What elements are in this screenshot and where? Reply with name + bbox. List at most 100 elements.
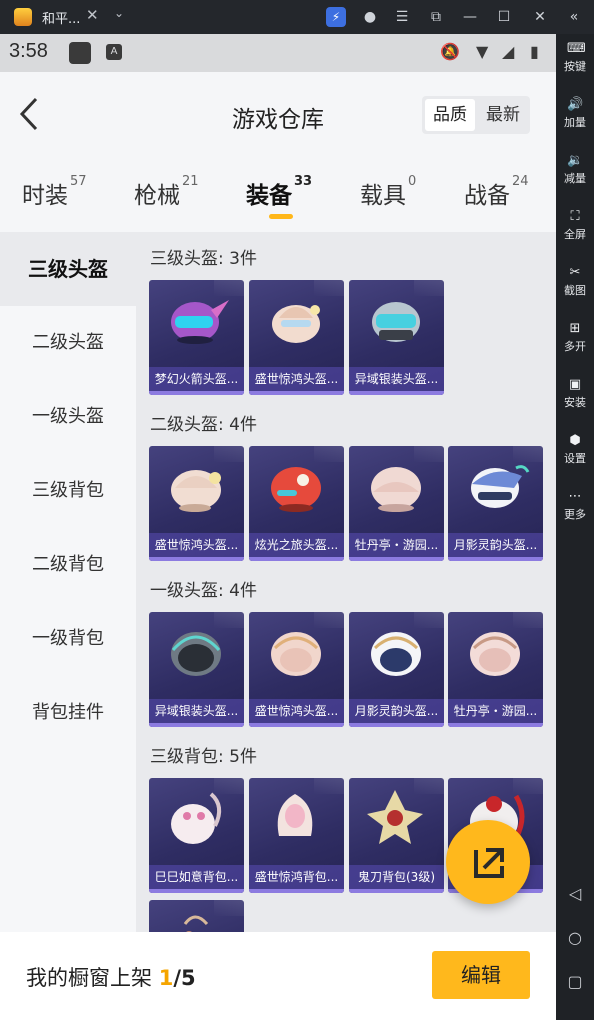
- item-name: 牡丹亭・游园...: [448, 699, 543, 723]
- backpack-jingshi-icon: [277, 794, 313, 836]
- phone-screen: 3:58 A 🔕 ▼ ◢ ▮ 游戏仓库 品质 最新 时装57 枪械21 装备33…: [0, 34, 556, 1020]
- sort-by-quality-button[interactable]: 品质: [425, 99, 475, 131]
- helmet-silver-icon: [372, 302, 420, 342]
- item-name: 盛世惊鸿背包...: [249, 865, 344, 889]
- section-title: 二级头盔: 4件: [150, 415, 257, 435]
- sidebar-item-install[interactable]: ▣ 安装: [556, 378, 594, 410]
- volume-up-icon: 🔊: [567, 97, 584, 112]
- share-fab-button[interactable]: [446, 820, 530, 904]
- bolt-icon[interactable]: ⚡: [326, 7, 346, 27]
- nav-item-level3-helmet[interactable]: 三级头盔: [0, 232, 136, 306]
- more-icon: ⋯: [568, 489, 582, 504]
- helmet-silver-icon: [171, 632, 221, 676]
- sidebar-item-screenshot[interactable]: ✂ 截图: [556, 266, 594, 298]
- sidebar-item-more[interactable]: ⋯ 更多: [556, 490, 594, 522]
- item-card[interactable]: 鬼刀背包(3级): [349, 778, 444, 893]
- minimize-icon[interactable]: —: [460, 7, 480, 27]
- keyboard-icon: ⌨: [567, 41, 586, 56]
- nav-item-backpack-charm[interactable]: 背包挂件: [0, 676, 136, 750]
- maximize-icon[interactable]: ☐: [494, 7, 514, 27]
- item-name: 巳巳如意背包...: [149, 865, 244, 889]
- subcategory-nav: 三级头盔 二级头盔 一级头盔 三级背包 二级背包 一级背包 背包挂件: [0, 232, 136, 932]
- backpack-charm-icon: [183, 915, 209, 932]
- item-card[interactable]: 炫光之旅头盔...: [249, 446, 344, 561]
- sidebar-item-fullscreen[interactable]: ⛶ 全屏: [556, 210, 594, 242]
- item-card[interactable]: 异域银装头盔...: [349, 280, 444, 395]
- backpack-ruyi-icon: [171, 792, 222, 844]
- nav-item-level3-backpack[interactable]: 三级背包: [0, 454, 136, 528]
- menu-icon[interactable]: ☰: [392, 7, 412, 27]
- helmet-peony-icon: [371, 467, 421, 512]
- popout-icon[interactable]: ⧉: [426, 7, 446, 27]
- item-card[interactable]: 梦幻火箭头盔...: [149, 280, 244, 395]
- page-header: 游戏仓库 品质 最新: [0, 72, 556, 158]
- active-tab-indicator: [269, 214, 293, 219]
- nav-item-level2-helmet[interactable]: 二级头盔: [0, 306, 136, 380]
- sidebar-item-volume-down[interactable]: 🔉 减量: [556, 154, 594, 186]
- section-title: 一级头盔: 4件: [150, 581, 257, 601]
- sort-toggle: 品质 最新: [422, 96, 530, 134]
- helmet-neon-travel-icon: [271, 467, 321, 512]
- battery-icon: ▮: [530, 42, 539, 61]
- sidebar-item-multi[interactable]: ⊞ 多开: [556, 322, 594, 354]
- item-card[interactable]: 盛世惊鸿头盔...: [149, 446, 244, 561]
- tab-supplies[interactable]: 战备24: [464, 174, 529, 210]
- tab-fashion[interactable]: 时装57: [22, 174, 87, 210]
- signal-icon: ◢: [502, 42, 515, 61]
- emulator-sidebar: ⌨ 按键 🔊 加量 🔉 减量 ⛶ 全屏 ✂ 截图 ⊞ 多开 ▣ 安装 ⬢ 设置 …: [556, 34, 594, 1020]
- user-icon[interactable]: ●: [360, 7, 380, 27]
- chevron-down-icon[interactable]: ⌄: [114, 6, 124, 20]
- edit-button[interactable]: 编辑: [432, 951, 530, 999]
- item-card[interactable]: 月影灵韵头盔...: [448, 446, 543, 561]
- category-tabs: 时装57 枪械21 装备33 载具0 战备24: [0, 158, 556, 232]
- gear-icon: ⬢: [569, 433, 581, 448]
- item-card[interactable]: 牡丹亭・游园...: [448, 612, 543, 727]
- sidebar-item-settings[interactable]: ⬢ 设置: [556, 434, 594, 466]
- item-card[interactable]: [149, 900, 244, 932]
- item-card[interactable]: 巳巳如意背包...: [149, 778, 244, 893]
- close-window-icon[interactable]: ✕: [530, 7, 550, 27]
- helmet-moon-icon: [471, 465, 530, 508]
- item-name: 盛世惊鸿头盔...: [249, 367, 344, 391]
- item-card[interactable]: 异域银装头盔...: [149, 612, 244, 727]
- item-name: 月影灵韵头盔...: [349, 699, 444, 723]
- item-card[interactable]: 盛世惊鸿头盔...: [249, 612, 344, 727]
- item-name: 异域银装头盔...: [349, 367, 444, 391]
- sidebar-item-volume-up[interactable]: 🔊 加量: [556, 98, 594, 130]
- helmet-jingshi-icon: [171, 470, 221, 512]
- helmet-peony-icon: [470, 632, 520, 676]
- a-badge-icon: A: [106, 44, 122, 60]
- sidebar-item-keymap[interactable]: ⌨ 按键: [556, 42, 594, 74]
- sort-by-newest-button[interactable]: 最新: [478, 99, 528, 131]
- item-card[interactable]: 盛世惊鸿背包...: [249, 778, 344, 893]
- status-time: 3:58: [9, 40, 48, 62]
- section-title: 三级头盔: 3件: [150, 249, 257, 269]
- helmet-rocket-icon: [171, 300, 229, 344]
- helmet-jingshi-icon: [272, 305, 320, 343]
- item-card[interactable]: 盛世惊鸿头盔...: [249, 280, 344, 395]
- nav-item-level1-helmet[interactable]: 一级头盔: [0, 380, 136, 454]
- backpack-ghost-blade-icon: [367, 790, 423, 844]
- wifi-icon: ▼: [476, 42, 489, 61]
- mute-bell-icon: 🔕: [440, 42, 460, 61]
- nav-item-level1-backpack[interactable]: 一级背包: [0, 602, 136, 676]
- item-card[interactable]: 牡丹亭・游园...: [349, 446, 444, 561]
- helmet-jingshi-icon: [271, 632, 321, 676]
- emulator-titlebar: 和平... ✕ ⌄ ⚡ ● ☰ ⧉ — ☐ ✕ «: [0, 0, 594, 34]
- apk-install-icon: ▣: [568, 377, 582, 392]
- item-card[interactable]: 月影灵韵头盔...: [349, 612, 444, 727]
- tab-weapons[interactable]: 枪械21: [134, 174, 199, 210]
- close-tab-icon[interactable]: ✕: [86, 6, 99, 24]
- collapse-sidebar-icon[interactable]: «: [564, 7, 584, 27]
- recents-square-icon[interactable]: ▢: [556, 972, 594, 991]
- tab-vehicles[interactable]: 载具0: [360, 174, 416, 210]
- home-circle-icon[interactable]: ○: [556, 928, 594, 947]
- item-name: 鬼刀背包(3级): [349, 865, 444, 889]
- app-tab-title[interactable]: 和平...: [42, 8, 80, 27]
- tab-equipment[interactable]: 装备33: [246, 174, 312, 210]
- item-name: 炫光之旅头盔...: [249, 533, 344, 557]
- back-triangle-icon[interactable]: ◁: [556, 884, 594, 903]
- item-grid: 三级头盔: 3件 梦幻火箭头盔... 盛世惊鸿头盔... 异域银装头盔... 二…: [136, 232, 556, 932]
- item-name: 盛世惊鸿头盔...: [149, 533, 244, 557]
- nav-item-level2-backpack[interactable]: 二级背包: [0, 528, 136, 602]
